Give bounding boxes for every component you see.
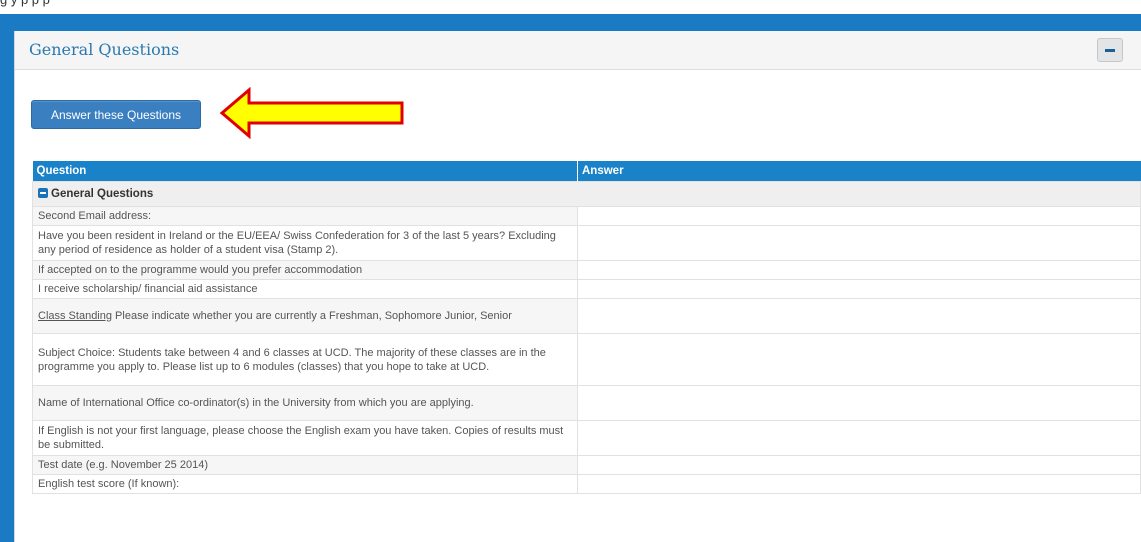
question-text: Name of International Office co-ordinato… bbox=[38, 397, 474, 409]
table-row: Second Email address: bbox=[32, 206, 1141, 226]
question-cell: If English is not your first language, p… bbox=[32, 420, 578, 456]
table-row: English test score (If known): bbox=[32, 474, 1141, 494]
column-header-answer: Answer bbox=[577, 161, 1141, 182]
table-row: Test date (e.g. November 25 2014) bbox=[32, 455, 1141, 475]
answer-cell bbox=[577, 279, 1141, 299]
question-text: Please indicate whether you are currentl… bbox=[112, 310, 512, 322]
minus-icon bbox=[1105, 48, 1115, 52]
left-arrow-icon bbox=[219, 87, 404, 139]
column-header-question: Question bbox=[32, 161, 578, 182]
question-cell: Have you been resident in Ireland or the… bbox=[32, 225, 578, 261]
group-label: General Questions bbox=[51, 188, 154, 200]
answer-cell bbox=[577, 260, 1141, 280]
table-header-row: Question Answer bbox=[32, 161, 1141, 182]
panel-header: General Questions bbox=[15, 31, 1141, 70]
question-link[interactable]: Class Standing bbox=[38, 310, 112, 322]
answer-cell bbox=[577, 298, 1141, 334]
table-row: If accepted on to the programme would yo… bbox=[32, 260, 1141, 280]
question-cell: I receive scholarship/ financial aid ass… bbox=[32, 279, 578, 299]
answer-cell bbox=[577, 333, 1141, 386]
question-text: Second Email address: bbox=[38, 210, 152, 222]
question-cell: Class Standing Please indicate whether y… bbox=[32, 298, 578, 334]
question-text: Test date (e.g. November 25 2014) bbox=[38, 459, 208, 471]
question-cell: If accepted on to the programme would yo… bbox=[32, 260, 578, 280]
question-cell: Subject Choice: Students take between 4 … bbox=[32, 333, 578, 386]
collapse-group-icon[interactable] bbox=[38, 188, 48, 198]
table-row: Class Standing Please indicate whether y… bbox=[32, 298, 1141, 334]
answer-cell bbox=[577, 206, 1141, 226]
question-text: If accepted on to the programme would yo… bbox=[38, 264, 363, 276]
panel-title: General Questions bbox=[29, 40, 180, 59]
questions-table: Question Answer General Questions Second… bbox=[32, 161, 1141, 494]
group-row[interactable]: General Questions bbox=[32, 181, 1141, 207]
question-text: I receive scholarship/ financial aid ass… bbox=[38, 283, 258, 295]
page-frame: General Questions Answer these Questions… bbox=[0, 14, 1141, 542]
question-text: Have you been resident in Ireland or the… bbox=[38, 230, 556, 256]
question-text: If English is not your first language, p… bbox=[38, 425, 564, 451]
table-row: Name of International Office co-ordinato… bbox=[32, 385, 1141, 421]
table-row: If English is not your first language, p… bbox=[32, 420, 1141, 456]
answer-cell bbox=[577, 420, 1141, 456]
answer-cell bbox=[577, 385, 1141, 421]
question-cell: Second Email address: bbox=[32, 206, 578, 226]
question-text: Subject Choice: Students take between 4 … bbox=[38, 346, 546, 373]
answer-cell bbox=[577, 225, 1141, 261]
question-cell: Name of International Office co-ordinato… bbox=[32, 385, 578, 421]
answer-cell bbox=[577, 455, 1141, 475]
table-row: Subject Choice: Students take between 4 … bbox=[32, 333, 1141, 386]
table-row: I receive scholarship/ financial aid ass… bbox=[32, 279, 1141, 299]
answer-cell bbox=[577, 474, 1141, 494]
collapse-button[interactable] bbox=[1097, 38, 1123, 62]
question-cell: English test score (If known): bbox=[32, 474, 578, 494]
group-cell[interactable]: General Questions bbox=[32, 181, 1141, 207]
question-text: English test score (If known): bbox=[38, 478, 180, 490]
question-cell: Test date (e.g. November 25 2014) bbox=[32, 455, 578, 475]
general-questions-panel: General Questions Answer these Questions… bbox=[14, 31, 1141, 542]
answer-questions-button[interactable]: Answer these Questions bbox=[31, 100, 201, 129]
table-row: Have you been resident in Ireland or the… bbox=[32, 225, 1141, 261]
